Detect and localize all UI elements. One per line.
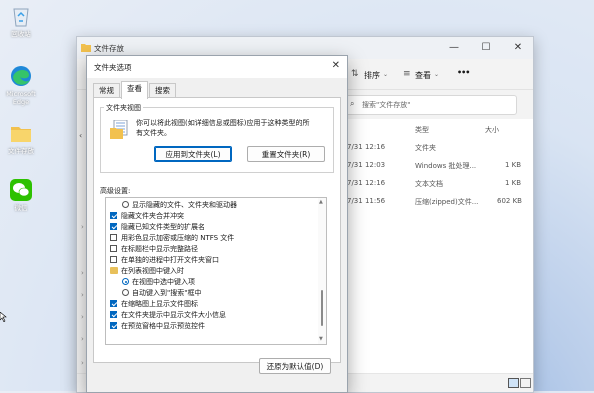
file-date: 7/31 12:16 — [347, 179, 386, 187]
view-icon: ≡ — [403, 69, 411, 79]
chevron-right-icon[interactable]: › — [81, 359, 84, 367]
scrollbar[interactable]: ▲ ▼ — [318, 198, 326, 344]
edge-icon — [8, 64, 34, 88]
folder-icon — [8, 121, 34, 145]
file-date: 7/31 11:56 — [347, 197, 386, 205]
checkbox[interactable] — [110, 245, 117, 252]
tab-search[interactable]: 搜索 — [149, 83, 176, 98]
maximize-button[interactable]: ☐ — [471, 37, 501, 59]
checkbox[interactable] — [110, 234, 117, 241]
desktop-icon-recycle-bin[interactable]: 回收站 — [2, 4, 40, 38]
search-input[interactable]: ⌕ 搜索"文件存放" — [343, 95, 517, 115]
mouse-cursor-icon — [0, 311, 7, 324]
file-size: 1 KB — [505, 161, 522, 169]
chevron-right-icon[interactable]: › — [81, 291, 84, 299]
chevron-right-icon[interactable]: ‹ — [79, 131, 82, 140]
chevron-right-icon[interactable]: › — [81, 269, 84, 277]
folder-views-group — [100, 107, 334, 173]
folder-views-description-2: 有文件夹。 — [136, 129, 171, 137]
checkbox[interactable] — [110, 223, 117, 230]
checkbox[interactable] — [110, 212, 117, 219]
details-view-icon[interactable] — [508, 378, 519, 388]
search-icon: ⌕ — [350, 99, 355, 108]
folder-icon — [110, 267, 118, 274]
chevron-right-icon[interactable]: › — [81, 335, 84, 343]
file-size: 1 KB — [505, 179, 522, 187]
folder-views-legend: 文件夹视图 — [104, 103, 143, 113]
folder-views-description: 你可以将此视图(如详细信息或图标)应用于这种类型的所 — [136, 119, 310, 127]
tab-general[interactable]: 常规 — [93, 83, 120, 98]
dialog-title-bar[interactable]: 文件夹选项 ✕ — [87, 56, 347, 78]
sort-button[interactable]: 排序 — [364, 70, 380, 81]
checkbox[interactable] — [110, 322, 117, 329]
advanced-settings-label: 高级设置: — [100, 187, 131, 195]
advanced-settings-list[interactable]: 显示隐藏的文件、文件夹和驱动器 隐藏文件夹合并冲突 隐藏已知文件类型的扩展名 用… — [105, 197, 327, 345]
scrollbar-thumb[interactable] — [321, 290, 323, 326]
column-header-type[interactable]: 类型 — [415, 125, 429, 135]
desktop-icon-folder[interactable]: 文件存放 — [2, 121, 40, 155]
table-row[interactable]: 7/31 12:03 Windows 批处理... 1 KB — [347, 159, 533, 173]
more-options-button[interactable]: ••• — [457, 68, 470, 77]
wechat-icon — [8, 178, 34, 202]
file-type: 压缩(zipped)文件... — [415, 198, 479, 206]
file-date: 7/31 12:16 — [347, 143, 386, 151]
radio-button[interactable] — [122, 289, 129, 296]
radio-button[interactable] — [122, 201, 129, 208]
apply-to-folders-button[interactable]: 应用到文件夹(L) — [154, 146, 232, 162]
desktop-icon-label: 回收站 — [11, 30, 31, 38]
checkbox[interactable] — [110, 311, 117, 318]
file-list[interactable]: 类型 大小 7/31 12:16 文件夹 7/31 12:03 Windows … — [347, 119, 533, 374]
file-date: 7/31 12:03 — [347, 161, 386, 169]
desktop-icon-label: Microsoft Edge — [6, 90, 36, 106]
chevron-down-icon: ⌄ — [434, 71, 440, 78]
chevron-right-icon[interactable]: › — [81, 223, 84, 231]
restore-defaults-button[interactable]: 还原为默认值(D) — [259, 358, 331, 374]
file-type: 文本文档 — [415, 180, 443, 188]
column-header-size[interactable]: 大小 — [485, 125, 499, 135]
folder-title-icon — [81, 43, 91, 54]
tab-view[interactable]: 查看 — [121, 81, 148, 99]
search-placeholder: 搜索"文件存放" — [362, 101, 411, 109]
dialog-close-button[interactable]: ✕ — [332, 60, 340, 71]
chevron-right-icon[interactable]: › — [81, 313, 84, 321]
desktop-icon-label: 微信 — [14, 204, 28, 212]
folder-options-dialog[interactable]: 文件夹选项 ✕ 常规 查看 搜索 文件夹视图 你可以将此视图(如详细信息或图标)… — [86, 55, 348, 393]
file-type: Windows 批处理... — [415, 162, 477, 170]
scroll-down-icon[interactable]: ▼ — [319, 336, 323, 342]
minimize-button[interactable]: — — [439, 37, 469, 59]
file-type: 文件夹 — [415, 144, 436, 152]
chevron-down-icon: ⌄ — [383, 71, 389, 78]
checkbox[interactable] — [110, 256, 117, 263]
explorer-title: 文件存放 — [94, 44, 124, 53]
folder-views-icon — [110, 119, 128, 142]
scroll-up-icon[interactable]: ▲ — [319, 199, 323, 205]
table-row[interactable]: 7/31 12:16 文本文档 1 KB — [347, 177, 533, 191]
desktop-icon-edge[interactable]: Microsoft Edge — [2, 64, 40, 106]
desktop-icon-wechat[interactable]: 微信 — [2, 178, 40, 212]
desktop-icon-label: 文件存放 — [8, 147, 34, 155]
reset-folders-button[interactable]: 重置文件夹(R) — [247, 146, 325, 162]
checkbox[interactable] — [110, 300, 117, 307]
table-row[interactable]: 7/31 11:56 压缩(zipped)文件... 602 KB — [347, 195, 533, 209]
dialog-title: 文件夹选项 — [94, 63, 132, 72]
file-size: 602 KB — [497, 197, 522, 205]
tiles-view-icon[interactable] — [520, 378, 531, 388]
sort-icon: ⇅ — [351, 69, 359, 79]
table-row[interactable]: 7/31 12:16 文件夹 — [347, 141, 533, 155]
radio-button[interactable] — [122, 278, 129, 285]
view-button[interactable]: 查看 — [415, 70, 431, 81]
close-button[interactable]: ✕ — [503, 37, 533, 59]
column-header-row: 类型 大小 — [347, 123, 533, 137]
recycle-bin-icon — [8, 4, 34, 28]
